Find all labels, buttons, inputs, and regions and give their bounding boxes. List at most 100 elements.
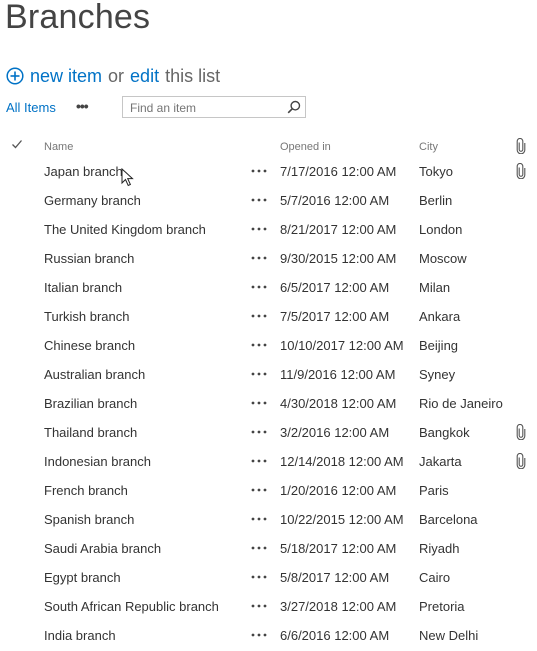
list-item[interactable]: Brazilian branch 4/30/2018 12:00 AM Rio de… xyxy=(0,390,537,419)
list-item[interactable]: India branch 6/6/2016 12:00 AM New Delhi xyxy=(0,622,537,651)
attachment-icon xyxy=(516,453,526,469)
attachment-icon[interactable] xyxy=(516,138,526,154)
item-opened: 11/9/2016 12:00 AM xyxy=(280,367,396,382)
item-opened: 4/30/2018 12:00 AM xyxy=(280,396,397,411)
list-item[interactable]: Australian branch 11/9/2016 12:00 AM Syney xyxy=(0,361,537,390)
item-name-link[interactable]: Russian branch xyxy=(44,251,134,266)
item-more-icon[interactable] xyxy=(250,222,268,236)
view-all-items[interactable]: All Items xyxy=(6,100,56,115)
item-more-icon[interactable] xyxy=(250,367,268,381)
item-more-icon[interactable] xyxy=(250,425,268,439)
item-more-icon[interactable] xyxy=(250,512,268,526)
plus-circle-icon[interactable] xyxy=(6,67,24,85)
item-more-icon[interactable] xyxy=(250,396,268,410)
item-more-icon[interactable] xyxy=(250,454,268,468)
column-header-name[interactable]: Name xyxy=(44,141,73,153)
item-more-icon[interactable] xyxy=(250,541,268,555)
item-name-link[interactable]: India branch xyxy=(44,628,116,643)
list-item[interactable]: South African Republic branch 3/27/2018 1… xyxy=(0,593,537,622)
item-city: New Delhi xyxy=(419,628,479,643)
item-city: Riyadh xyxy=(419,541,460,556)
item-name-link[interactable]: Italian branch xyxy=(44,280,122,295)
item-opened: 3/27/2018 12:00 AM xyxy=(280,599,397,614)
list-item[interactable]: Turkish branch 7/5/2017 12:00 AM Ankara xyxy=(0,303,537,332)
item-name-link[interactable]: Chinese branch xyxy=(44,338,135,353)
item-more-icon[interactable] xyxy=(250,483,268,497)
rows-container: Japan branch 7/17/2016 12:00 AM Tokyo Germa… xyxy=(0,158,537,651)
mouse-cursor-icon xyxy=(121,168,134,187)
item-opened: 5/7/2016 12:00 AM xyxy=(280,193,390,208)
item-name-link[interactable]: Brazilian branch xyxy=(44,396,137,411)
item-opened: 5/18/2017 12:00 AM xyxy=(280,541,397,556)
list-item[interactable]: French branch 1/20/2016 12:00 AM Paris xyxy=(0,477,537,506)
item-name-link[interactable]: Indonesian branch xyxy=(44,454,151,469)
item-name-link[interactable]: Australian branch xyxy=(44,367,145,382)
list-item[interactable]: Indonesian branch 12/14/2018 12:00 AM Jaka… xyxy=(0,448,537,477)
edit-list-link[interactable]: edit xyxy=(130,66,159,87)
item-more-icon[interactable] xyxy=(250,628,268,642)
item-more-icon[interactable] xyxy=(250,338,268,352)
item-city: Syney xyxy=(419,367,456,382)
item-name-link[interactable]: The United Kingdom branch xyxy=(44,222,206,237)
item-city: Barcelona xyxy=(419,512,478,527)
item-opened: 12/14/2018 12:00 AM xyxy=(280,454,404,469)
list-item[interactable]: Russian branch 9/30/2015 12:00 AM Moscow xyxy=(0,245,537,274)
item-more-icon[interactable] xyxy=(250,570,268,584)
list-item[interactable]: Egypt branch 5/8/2017 12:00 AM Cairo xyxy=(0,564,537,593)
item-more-icon[interactable] xyxy=(250,309,268,323)
search-input[interactable] xyxy=(128,100,282,116)
item-city: Ankara xyxy=(419,309,461,324)
list-header: Name Opened in City xyxy=(0,134,537,158)
item-name-link[interactable]: Japan branch xyxy=(44,164,123,179)
item-city: Tokyo xyxy=(419,164,453,179)
item-more-icon[interactable] xyxy=(250,599,268,613)
item-more-icon[interactable] xyxy=(250,251,268,265)
list-item[interactable]: Germany branch 5/7/2016 12:00 AM Berlin xyxy=(0,187,537,216)
item-city: Milan xyxy=(419,280,451,295)
checkmark-icon[interactable] xyxy=(11,138,23,150)
item-opened: 7/17/2016 12:00 AM xyxy=(280,164,397,179)
item-city: Berlin xyxy=(419,193,453,208)
new-item-bar: new item or edit this list xyxy=(6,64,220,88)
item-city: Moscow xyxy=(419,251,467,266)
item-name-link[interactable]: Egypt branch xyxy=(44,570,121,585)
item-name-link[interactable]: Spanish branch xyxy=(44,512,134,527)
view-more-button[interactable]: ••• xyxy=(76,98,89,114)
list-item[interactable]: Thailand branch 3/2/2016 12:00 AM Bangkok xyxy=(0,419,537,448)
search-icon[interactable] xyxy=(287,100,301,114)
item-more-icon[interactable] xyxy=(250,164,268,178)
item-city: Rio de Janeiro xyxy=(419,396,503,411)
or-text: or xyxy=(108,65,125,86)
list-item[interactable]: Japan branch 7/17/2016 12:00 AM Tokyo xyxy=(0,158,537,187)
column-header-opened[interactable]: Opened in xyxy=(280,141,331,153)
item-city: Bangkok xyxy=(419,425,470,440)
item-name-link[interactable]: Saudi Arabia branch xyxy=(44,541,161,556)
list-item[interactable]: Saudi Arabia branch 5/18/2017 12:00 AM Riy… xyxy=(0,535,537,564)
item-opened: 3/2/2016 12:00 AM xyxy=(280,425,390,440)
this-list-text: this list xyxy=(165,65,221,86)
item-opened: 6/6/2016 12:00 AM xyxy=(280,628,390,643)
item-opened: 9/30/2015 12:00 AM xyxy=(280,251,397,266)
item-opened: 1/20/2016 12:00 AM xyxy=(280,483,397,498)
item-opened: 10/10/2017 12:00 AM xyxy=(280,338,404,353)
item-name-link[interactable]: Thailand branch xyxy=(44,425,137,440)
item-name-link[interactable]: Turkish branch xyxy=(44,309,130,324)
list-item[interactable]: The United Kingdom branch 8/21/2017 12:00… xyxy=(0,216,537,245)
column-header-city[interactable]: City xyxy=(419,141,438,153)
list-item[interactable]: Chinese branch 10/10/2017 12:00 AM Beijing xyxy=(0,332,537,361)
item-name-link[interactable]: South African Republic branch xyxy=(44,599,219,614)
item-city: Cairo xyxy=(419,570,451,585)
item-opened: 5/8/2017 12:00 AM xyxy=(280,570,390,585)
list-item[interactable]: Spanish branch 10/22/2015 12:00 AM Barcelo… xyxy=(0,506,537,535)
item-name-link[interactable]: French branch xyxy=(44,483,128,498)
new-item-link[interactable]: new item xyxy=(30,66,102,87)
item-name-link[interactable]: Germany branch xyxy=(44,193,141,208)
search-box xyxy=(122,96,306,118)
page-title: Branches xyxy=(5,0,151,36)
item-more-icon[interactable] xyxy=(250,280,268,294)
item-more-icon[interactable] xyxy=(250,193,268,207)
items-list: Name Opened in City Japan branch 7/17/201… xyxy=(0,134,537,651)
list-item[interactable]: Italian branch 6/5/2017 12:00 AM Milan xyxy=(0,274,537,303)
item-city: Jakarta xyxy=(419,454,462,469)
item-city: London xyxy=(419,222,463,237)
